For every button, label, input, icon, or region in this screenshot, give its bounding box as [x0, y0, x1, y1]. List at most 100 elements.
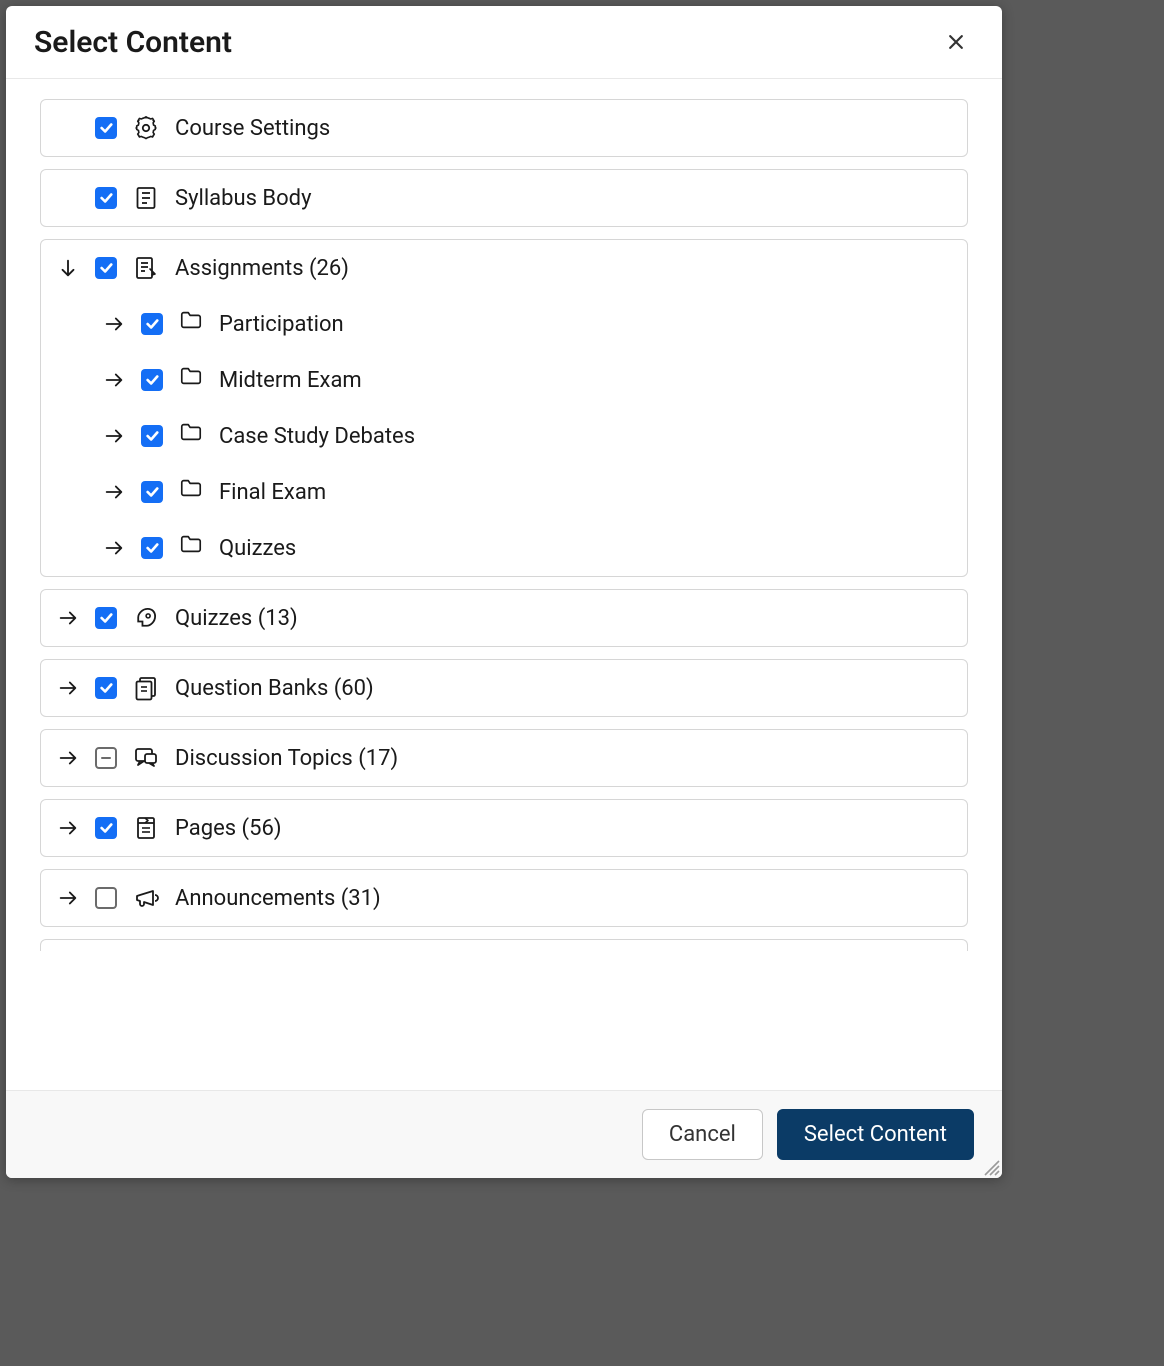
content-label: Syllabus Body — [175, 186, 312, 211]
expand-toggle[interactable] — [55, 605, 81, 631]
expand-toggle[interactable] — [55, 745, 81, 771]
arrow-right-icon — [57, 747, 79, 769]
content-row: Syllabus Body — [41, 170, 967, 226]
content-label: Participation — [219, 312, 344, 337]
content-checkbox[interactable] — [141, 313, 163, 335]
checkmark-icon — [145, 429, 159, 443]
select-content-modal: Select Content Course Settings Syllabus B… — [6, 6, 1002, 1178]
arrow-right-icon — [57, 887, 79, 909]
arrow-right-icon — [103, 313, 125, 335]
arrow-right-icon — [103, 369, 125, 391]
content-subrow: Quizzes — [41, 520, 967, 576]
discussion-icon — [131, 743, 161, 773]
checkmark-icon — [145, 485, 159, 499]
folder-icon — [177, 474, 205, 502]
content-checkbox[interactable] — [141, 369, 163, 391]
content-row: Assignments (26) — [41, 240, 967, 296]
arrow-right-icon — [57, 607, 79, 629]
content-row: Discussion Topics (17) — [41, 730, 967, 786]
content-row: Quizzes (13) — [41, 590, 967, 646]
arrow-right-icon — [103, 481, 125, 503]
arrow-right-icon — [57, 677, 79, 699]
folder-icon — [177, 362, 205, 390]
content-subrow: Final Exam — [41, 464, 967, 520]
content-row: Course Settings — [41, 100, 967, 156]
content-subrow: Case Study Debates — [41, 408, 967, 464]
content-checkbox[interactable] — [95, 747, 117, 769]
close-button[interactable] — [938, 24, 974, 60]
content-label: Pages (56) — [175, 816, 281, 841]
content-checkbox[interactable] — [141, 481, 163, 503]
checkmark-icon — [145, 317, 159, 331]
content-group: Course Settings — [40, 99, 968, 157]
modal-footer: Cancel Select Content — [6, 1090, 1002, 1178]
megaphone-icon — [131, 883, 161, 913]
content-label: Final Exam — [219, 480, 326, 505]
pages-icon — [131, 813, 161, 843]
checkmark-icon — [99, 611, 113, 625]
assignments-icon — [131, 253, 161, 283]
modal-title: Select Content — [34, 25, 232, 60]
content-label: Quizzes — [219, 536, 296, 561]
content-label: Case Study Debates — [219, 424, 415, 449]
content-checkbox[interactable] — [95, 257, 117, 279]
expand-toggle[interactable] — [101, 311, 127, 337]
content-checkbox[interactable] — [141, 537, 163, 559]
content-row: Announcements (31) — [41, 870, 967, 926]
expand-toggle[interactable] — [101, 367, 127, 393]
arrow-down-icon — [57, 257, 79, 279]
arrow-right-icon — [103, 537, 125, 559]
expand-toggle[interactable] — [55, 815, 81, 841]
arrow-right-icon — [103, 425, 125, 447]
expand-toggle[interactable] — [55, 885, 81, 911]
expand-toggle[interactable] — [101, 535, 127, 561]
content-group: Syllabus Body — [40, 169, 968, 227]
content-label: Question Banks (60) — [175, 676, 374, 701]
content-group — [40, 939, 968, 951]
checkmark-icon — [99, 681, 113, 695]
rocket-icon — [131, 603, 161, 633]
folder-icon — [177, 530, 205, 558]
content-subrow: Participation — [41, 296, 967, 352]
content-group: Discussion Topics (17) — [40, 729, 968, 787]
content-subrow: Midterm Exam — [41, 352, 967, 408]
content-row: Pages (56) — [41, 800, 967, 856]
select-content-button[interactable]: Select Content — [777, 1109, 974, 1160]
content-group: Announcements (31) — [40, 869, 968, 927]
arrow-right-icon — [57, 817, 79, 839]
content-checkbox[interactable] — [95, 887, 117, 909]
content-group: Question Banks (60) — [40, 659, 968, 717]
content-checkbox[interactable] — [95, 187, 117, 209]
modal-header: Select Content — [6, 6, 1002, 79]
folder-icon — [177, 306, 205, 334]
content-label: Course Settings — [175, 116, 330, 141]
cancel-button[interactable]: Cancel — [642, 1109, 763, 1160]
expand-toggle[interactable] — [101, 479, 127, 505]
expand-toggle[interactable] — [55, 675, 81, 701]
checkmark-icon — [99, 261, 113, 275]
content-group: Assignments (26) Participation Midterm Exa… — [40, 239, 968, 577]
gear-icon — [131, 113, 161, 143]
close-icon — [946, 32, 966, 52]
checkmark-icon — [99, 121, 113, 135]
content-group: Pages (56) — [40, 799, 968, 857]
content-checkbox[interactable] — [141, 425, 163, 447]
content-label: Discussion Topics (17) — [175, 746, 398, 771]
content-checkbox[interactable] — [95, 607, 117, 629]
expand-toggle[interactable] — [101, 423, 127, 449]
resize-handle-icon — [982, 1158, 1000, 1176]
content-checkbox[interactable] — [95, 817, 117, 839]
expand-toggle[interactable] — [55, 255, 81, 281]
checkmark-icon — [99, 191, 113, 205]
content-label: Announcements (31) — [175, 886, 381, 911]
checkmark-icon — [145, 373, 159, 387]
checkmark-icon — [145, 541, 159, 555]
content-checkbox[interactable] — [95, 677, 117, 699]
content-checkbox[interactable] — [95, 117, 117, 139]
checkmark-icon — [99, 821, 113, 835]
modal-body[interactable]: Course Settings Syllabus Body Assignments … — [6, 79, 1002, 1090]
question-bank-icon — [131, 673, 161, 703]
content-label: Assignments (26) — [175, 256, 349, 281]
content-row: Question Banks (60) — [41, 660, 967, 716]
content-label: Quizzes (13) — [175, 606, 298, 631]
